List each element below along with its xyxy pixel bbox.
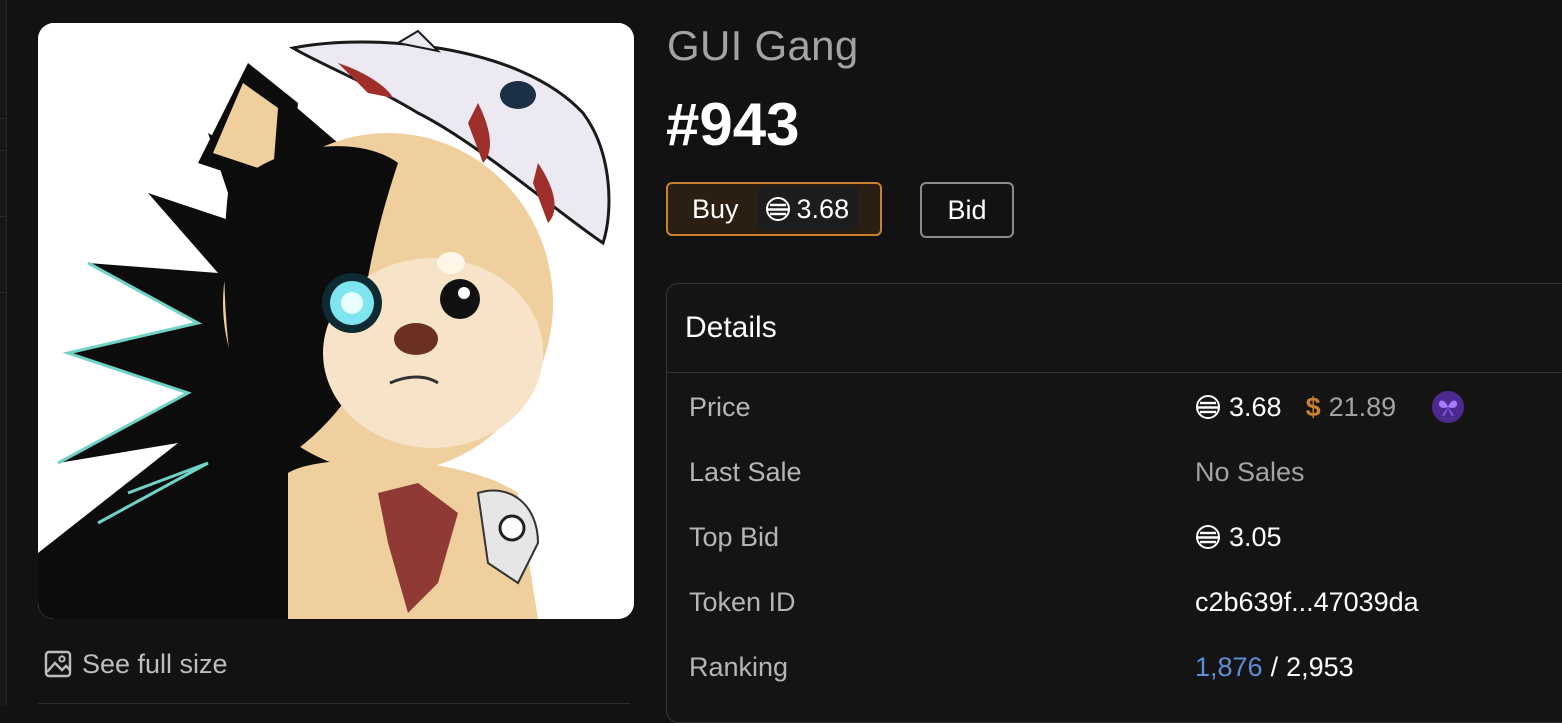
top-bid-value-wrap: 3.05 — [1195, 517, 1282, 557]
buy-label: Buy — [692, 193, 739, 224]
ranking-row: Ranking — [689, 647, 788, 687]
price-row-label-wrap: Price — [689, 387, 751, 427]
ranking-separator: / — [1270, 651, 1279, 682]
nft-illustration — [38, 23, 634, 619]
last-sale-row: Last Sale — [689, 452, 802, 492]
price-sui: 3.68 — [1229, 391, 1282, 422]
buy-price-value: 3.68 — [796, 193, 850, 224]
butterfly-icon[interactable] — [1432, 391, 1465, 423]
divider — [0, 216, 6, 217]
top-bid-label: Top Bid — [689, 521, 780, 552]
ranking-value-wrap: 1,876 / 2,953 — [1195, 647, 1354, 687]
price-usd: 21.89 — [1328, 391, 1397, 422]
usd-symbol: $ — [1305, 391, 1321, 422]
sui-coin-icon — [1196, 525, 1220, 549]
ranking-link[interactable]: 1,876 — [1195, 652, 1263, 683]
token-id-label: Token ID — [689, 586, 796, 617]
buy-button[interactable]: Buy 3.68 — [666, 182, 882, 236]
top-bid-row: Top Bid — [689, 517, 779, 557]
buy-price: 3.68 — [756, 187, 860, 231]
collection-name[interactable]: GUI Gang — [667, 22, 858, 70]
image-icon — [44, 650, 72, 678]
token-id-value[interactable]: c2b639f...47039da — [1195, 587, 1419, 618]
divider — [0, 292, 6, 293]
butterfly-glyph — [1439, 400, 1458, 416]
price-value: 3.68 $ 21.89 — [1195, 387, 1465, 427]
divider — [38, 703, 630, 707]
top-bid-value: 3.05 — [1229, 521, 1282, 552]
divider — [0, 118, 6, 119]
details-header[interactable]: Details — [667, 284, 1562, 373]
token-id-value-wrap[interactable]: c2b639f...47039da — [1195, 582, 1419, 622]
left-sidebar-edge — [0, 0, 7, 706]
divider — [0, 150, 6, 151]
ranking-label: Ranking — [689, 651, 789, 682]
sui-coin-icon — [765, 197, 790, 221]
last-sale-label: Last Sale — [689, 456, 802, 487]
see-full-size-label: See full size — [82, 648, 228, 679]
bid-button[interactable]: Bid — [920, 182, 1014, 238]
ranking-total: 2,953 — [1286, 651, 1354, 682]
details-panel: Details Price 3.68 $ 21.89 Last Sale No … — [666, 283, 1562, 723]
see-full-size-link[interactable]: See full size — [44, 646, 228, 682]
price-label: Price — [689, 391, 751, 422]
sui-coin-icon — [1196, 395, 1220, 419]
token-title: #943 — [666, 91, 800, 158]
nft-image[interactable] — [38, 23, 634, 619]
last-sale-value: No Sales — [1195, 456, 1305, 487]
last-sale-value-wrap: No Sales — [1195, 452, 1305, 492]
token-id-row: Token ID — [689, 582, 796, 622]
